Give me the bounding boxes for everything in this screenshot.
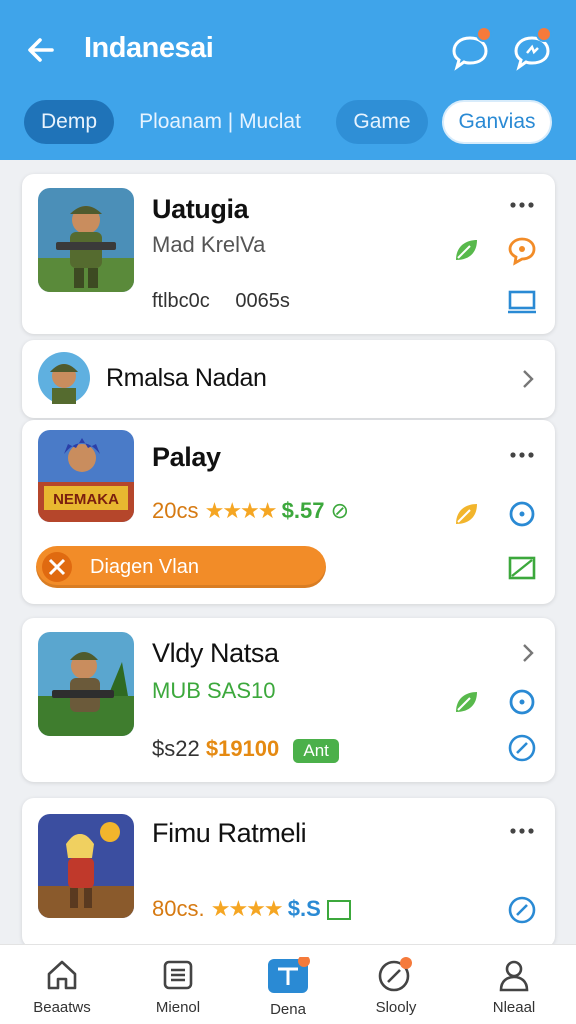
nav-label: Slooly	[375, 999, 417, 1016]
app-thumbnail	[38, 814, 134, 918]
more-options-icon[interactable]	[509, 200, 535, 210]
tag-badge: Ant	[293, 739, 339, 763]
app-thumbnail	[38, 632, 134, 736]
app-card-uatugia[interactable]: Uatugia Mad KrelVa ftlbc0c 0065s	[22, 174, 555, 334]
app-name: Rmalsa Nadan	[106, 364, 267, 392]
chevron-right-icon[interactable]	[521, 368, 535, 390]
sword-badge-icon	[42, 552, 72, 582]
price-b: $19100	[205, 736, 280, 761]
app-name: Fimu Ratmeli	[152, 818, 307, 848]
soldier-game-icon	[38, 188, 134, 292]
app-card-palay[interactable]: NEMAKA Palay 20cs ★★★★ $.57 ⊘ Diagen Vla…	[22, 420, 555, 604]
chat-tab-icon	[268, 957, 310, 993]
check-circle-icon: ⊘	[330, 498, 350, 523]
price-left: 80cs.	[152, 896, 205, 921]
chevron-right-icon[interactable]	[521, 642, 535, 664]
app-subtitle: MUB SAS10	[152, 678, 276, 703]
image-frame-icon[interactable]	[506, 552, 538, 584]
app-name: Palay	[152, 442, 221, 472]
leaf-icon[interactable]	[450, 234, 482, 266]
rating-stars: ★★★★	[204, 498, 278, 523]
app-name: Vldy Natsa	[152, 638, 279, 668]
price-row: $s22 $19100 Ant	[152, 736, 339, 763]
price-rating-row: 20cs ★★★★ $.57 ⊘	[152, 498, 349, 524]
meta-right: 0065s	[235, 290, 290, 312]
nav-label: Beaatws	[33, 999, 91, 1016]
meta-left: ftlbc0c	[152, 290, 210, 312]
app-card-fimu-ratmeli[interactable]: Fimu Ratmeli 80cs. ★★★★ $.S	[22, 798, 555, 948]
app-meta: ftlbc0c 0065s	[152, 290, 290, 313]
promo-banner-button[interactable]: Diagen Vlan	[36, 546, 326, 588]
app-thumbnail	[38, 188, 134, 292]
soldier-avatar	[38, 352, 90, 404]
nav-label: Mienol	[155, 999, 201, 1016]
bottom-navigation: Beaatws Mienol Dena Slooly Nleaal	[0, 944, 576, 1024]
nav-item-profile[interactable]: Nleaal	[464, 957, 564, 1023]
jungle-soldier-icon	[38, 632, 134, 736]
top-app-bar: Indanesai Demp Ploanam | Muclat Game Gan…	[0, 0, 576, 160]
tag-box-icon	[326, 900, 351, 921]
app-subtitle: Mad KrelVa	[152, 232, 266, 257]
heroine-game-icon	[38, 814, 134, 918]
price-a: $s22	[152, 736, 200, 761]
page-title: Indanesai	[84, 32, 214, 64]
tab-game[interactable]: Game	[336, 100, 428, 144]
nav-label: Nleaal	[492, 999, 536, 1016]
nav-item-home[interactable]: Beaatws	[12, 957, 112, 1023]
category-tabs: Demp Ploanam | Muclat Game Ganvias	[0, 100, 576, 146]
leaf-icon[interactable]	[450, 498, 482, 530]
more-options-icon[interactable]	[509, 450, 535, 460]
app-name: Uatugia	[152, 194, 249, 224]
nav-item-dena[interactable]: Dena	[238, 957, 338, 1023]
compass-badge-icon	[378, 957, 412, 992]
price-right: $.S	[287, 896, 321, 921]
profile-icon	[499, 960, 529, 992]
nemaka-game-icon: NEMAKA	[38, 430, 134, 522]
promo-label: Diagen Vlan	[90, 556, 199, 578]
timer-icon[interactable]	[506, 498, 538, 530]
app-row-rmalsa-nadan[interactable]: Rmalsa Nadan	[22, 340, 555, 418]
rating-stars: ★★★★	[210, 896, 284, 921]
menu-list-icon	[163, 960, 193, 990]
home-icon	[47, 960, 77, 990]
tab-ploanam-muclat[interactable]: Ploanam | Muclat	[130, 100, 310, 144]
svg-text:NEMAKA: NEMAKA	[53, 491, 119, 508]
timer-icon[interactable]	[506, 686, 538, 718]
compass-icon[interactable]	[506, 894, 538, 926]
price-left: 20cs	[152, 498, 199, 523]
price-rating-row: 80cs. ★★★★ $.S	[152, 896, 351, 922]
back-arrow-icon[interactable]	[22, 30, 62, 70]
chat-badge-dot	[476, 26, 492, 42]
notification-badge-dot	[536, 26, 552, 42]
more-options-icon[interactable]	[509, 826, 535, 836]
app-thumbnail: NEMAKA	[38, 430, 134, 522]
orange-chat-icon[interactable]	[506, 234, 538, 266]
tab-ganvias[interactable]: Ganvias	[442, 100, 552, 144]
nav-label: Dena	[270, 1001, 306, 1018]
price-right: $.57	[281, 498, 325, 523]
nav-item-menu[interactable]: Mienol	[128, 957, 228, 1023]
leaf-icon[interactable]	[450, 686, 482, 718]
app-card-vldy-natsa[interactable]: Vldy Natsa MUB SAS10 $s22 $19100 Ant	[22, 618, 555, 782]
screen-icon[interactable]	[506, 286, 538, 318]
nav-item-slooly[interactable]: Slooly	[346, 957, 446, 1023]
tab-demp[interactable]: Demp	[24, 100, 114, 144]
compass-icon[interactable]	[506, 732, 538, 764]
